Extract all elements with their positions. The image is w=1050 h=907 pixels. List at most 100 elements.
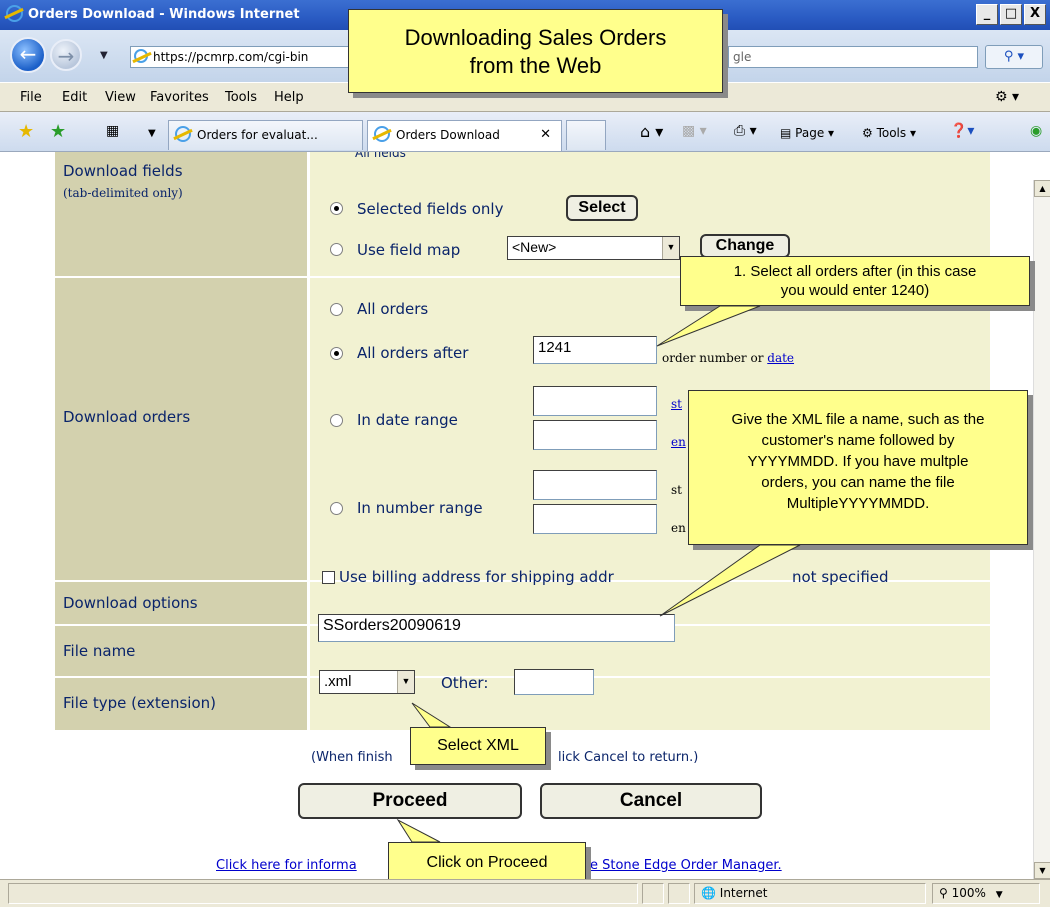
menu-file[interactable]: File bbox=[20, 90, 42, 105]
billing-address-checkbox[interactable] bbox=[322, 571, 335, 584]
scroll-up-icon[interactable]: ▲ bbox=[1034, 180, 1050, 197]
menu-tools[interactable]: Tools bbox=[225, 90, 257, 105]
change-button[interactable]: Change bbox=[700, 234, 790, 258]
minimize-button[interactable]: _ bbox=[976, 4, 998, 25]
status-zone: 🌐 Internet bbox=[694, 883, 926, 904]
quick-tabs-icon[interactable]: ▦ bbox=[106, 123, 119, 139]
favorites-star-icon[interactable]: ★ bbox=[18, 121, 34, 142]
orders-after-input[interactable]: 1241 bbox=[533, 336, 657, 364]
home-icon[interactable]: ⌂ ▾ bbox=[640, 122, 663, 141]
title-callout-line1: Downloading Sales Orders bbox=[404, 25, 667, 50]
status-bar: 🌐 Internet ⚲ 100% ▼ bbox=[0, 879, 1050, 907]
all-orders-label: All orders bbox=[357, 300, 429, 318]
proceed-callout-text: Click on Proceed bbox=[426, 854, 548, 871]
vertical-scrollbar[interactable]: ▲ ▼ bbox=[1033, 180, 1050, 879]
chevron-down-icon: ▼ bbox=[662, 237, 679, 259]
menu-view[interactable]: View bbox=[105, 90, 136, 105]
start-date-link[interactable]: st bbox=[671, 397, 682, 411]
download-options-label-cell: Download options bbox=[55, 582, 307, 624]
close-tab-icon[interactable]: ✕ bbox=[540, 127, 551, 142]
proceed-callout: Click on Proceed bbox=[388, 842, 586, 884]
orders-after-callout-line1: 1. Select all orders after (in this case bbox=[733, 263, 977, 280]
help-icon[interactable]: ❓▾ bbox=[950, 123, 974, 139]
date-range-start-input[interactable] bbox=[533, 386, 657, 416]
research-icon[interactable]: ◉ bbox=[1030, 123, 1042, 139]
ie-logo-icon bbox=[6, 5, 23, 22]
file-name-callout: Give the XML file a name, such as the cu… bbox=[688, 390, 1028, 545]
search-button[interactable]: ⚲ ▾ bbox=[985, 45, 1043, 69]
url-text: https://pcmrp.com/cgi-bin bbox=[153, 50, 309, 64]
number-range-end-input[interactable] bbox=[533, 504, 657, 534]
status-panel-main bbox=[8, 883, 638, 904]
cancel-button[interactable]: Cancel bbox=[540, 783, 762, 819]
order-number-hint: order number or date bbox=[662, 351, 795, 365]
back-button[interactable]: ← bbox=[10, 37, 46, 73]
add-favorite-icon[interactable]: ★ bbox=[50, 121, 66, 142]
use-field-map-radio[interactable] bbox=[330, 243, 343, 256]
menu-help[interactable]: Help bbox=[274, 90, 304, 105]
file-name-callout-line1: Give the XML file a name, such as the bbox=[731, 411, 985, 428]
date-link[interactable]: date bbox=[767, 351, 794, 365]
toolbar-icon[interactable]: ⚙ ▾ bbox=[995, 89, 1019, 105]
tab-bar: ★ ★ ▦ ▼ Orders for evaluat... Orders Dow… bbox=[0, 112, 1050, 152]
chevron-down-icon: ▼ bbox=[397, 671, 414, 693]
all-orders-after-radio[interactable] bbox=[330, 347, 343, 360]
footer-link-left[interactable]: Click here for informa bbox=[216, 858, 357, 873]
new-tab-button[interactable] bbox=[566, 120, 606, 150]
number-range-label: In number range bbox=[357, 499, 483, 517]
date-range-end-input[interactable] bbox=[533, 420, 657, 450]
field-map-select[interactable]: <New> ▼ bbox=[507, 236, 680, 260]
tab-orders-download[interactable]: Orders Download ✕ bbox=[367, 120, 562, 151]
search-input[interactable]: gle bbox=[728, 46, 978, 68]
maximize-button[interactable]: □ bbox=[1000, 4, 1022, 25]
file-name-callout-line2: customer's name followed by bbox=[761, 432, 955, 449]
zoom-control[interactable]: ⚲ 100% ▼ bbox=[932, 883, 1040, 904]
number-range-radio[interactable] bbox=[330, 502, 343, 515]
all-orders-radio[interactable] bbox=[330, 303, 343, 316]
forward-button[interactable]: → bbox=[50, 39, 82, 71]
proceed-button[interactable]: Proceed bbox=[298, 783, 522, 819]
url-field[interactable]: https://pcmrp.com/cgi-bin bbox=[130, 46, 360, 68]
status-zone-text: Internet bbox=[719, 886, 768, 900]
file-type-label-cell: File type (extension) bbox=[55, 678, 307, 730]
download-options-label: Download options bbox=[63, 594, 198, 612]
file-type-label: File type (extension) bbox=[63, 694, 216, 712]
page-icon bbox=[134, 49, 148, 63]
selected-fields-radio[interactable] bbox=[330, 202, 343, 215]
status-panel-2 bbox=[642, 883, 664, 904]
download-fields-label: Download fields bbox=[63, 162, 183, 180]
page-menu[interactable]: ▤ Page ▾ bbox=[780, 126, 834, 140]
end-number-label: en bbox=[671, 521, 686, 535]
file-name-input[interactable]: SSorders20090619 bbox=[318, 614, 675, 642]
browser-window: Orders Download - Windows Internet _ □ X… bbox=[0, 0, 1050, 907]
other-extension-input[interactable] bbox=[514, 669, 594, 695]
date-range-radio[interactable] bbox=[330, 414, 343, 427]
window-title: Orders Download - Windows Internet bbox=[28, 7, 300, 22]
file-type-select[interactable]: .xml ▼ bbox=[319, 670, 415, 694]
history-dropdown-icon[interactable]: ▼ bbox=[100, 50, 108, 61]
select-xml-callout: Select XML bbox=[410, 727, 546, 765]
download-orders-label-cell: Download orders bbox=[55, 278, 307, 580]
select-fields-button[interactable]: Select bbox=[566, 195, 638, 221]
menu-favorites[interactable]: Favorites bbox=[150, 90, 209, 105]
number-range-start-input[interactable] bbox=[533, 470, 657, 500]
tab-orders-evaluation[interactable]: Orders for evaluat... bbox=[168, 120, 363, 150]
billing-address-label: Use billing address for shipping addr bbox=[339, 568, 614, 586]
tools-menu[interactable]: ⚙ Tools ▾ bbox=[862, 126, 916, 140]
chevron-down-icon: ▼ bbox=[995, 890, 1003, 900]
scroll-down-icon[interactable]: ▼ bbox=[1034, 862, 1050, 879]
file-name-label-cell: File name bbox=[55, 626, 307, 676]
file-name-callout-line3: YYYYMMDD. If you have multple bbox=[747, 453, 969, 470]
close-button[interactable]: X bbox=[1024, 4, 1046, 25]
status-panel-3 bbox=[668, 883, 690, 904]
end-date-link[interactable]: en bbox=[671, 435, 686, 449]
file-name-callout-line5: MultipleYYYYMMDD. bbox=[786, 495, 930, 512]
tab-list-icon[interactable]: ▼ bbox=[148, 128, 156, 139]
feeds-icon[interactable]: ▩ ▾ bbox=[682, 123, 707, 139]
select-xml-callout-text: Select XML bbox=[437, 737, 519, 754]
print-icon[interactable]: ⎙ ▾ bbox=[734, 123, 757, 139]
menu-edit[interactable]: Edit bbox=[62, 90, 87, 105]
selected-fields-label: Selected fields only bbox=[357, 200, 504, 218]
use-field-map-label: Use field map bbox=[357, 241, 461, 259]
footer-link-right[interactable]: e Stone Edge Order Manager. bbox=[590, 858, 782, 873]
